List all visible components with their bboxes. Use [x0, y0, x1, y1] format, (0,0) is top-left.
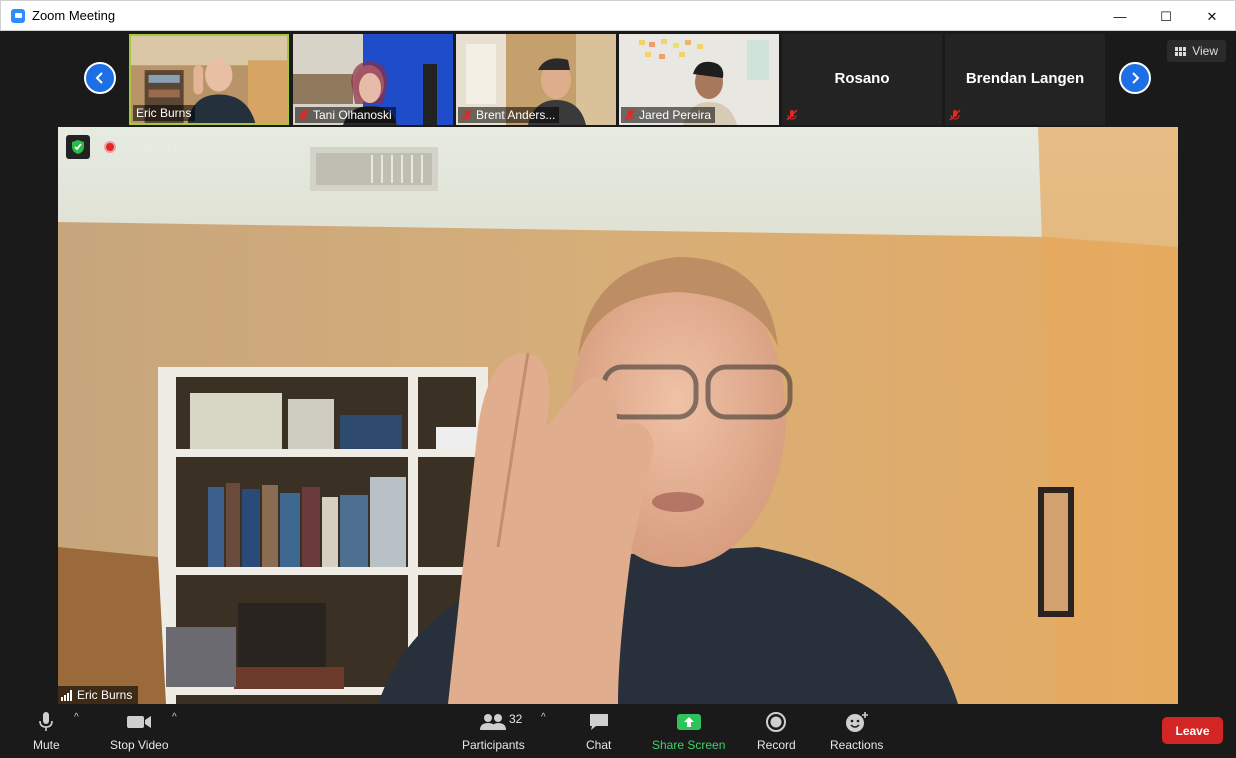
- gallery-grid-icon: [1175, 46, 1187, 56]
- participants-label: Participants: [462, 738, 525, 752]
- participant-name-tag: Tani Olhanoski: [295, 107, 396, 123]
- microphone-icon: [38, 710, 54, 734]
- window-controls: — ☐ ✕: [1097, 1, 1235, 32]
- record-icon: [765, 710, 787, 734]
- mute-label: Mute: [33, 738, 60, 752]
- video-camera-icon: [126, 710, 152, 734]
- active-speaker-video: Recording... Eric Burns: [58, 127, 1178, 704]
- window-title: Zoom Meeting: [32, 8, 116, 23]
- chat-button[interactable]: Chat: [586, 710, 611, 752]
- security-shield-icon[interactable]: [66, 135, 90, 159]
- participant-name: Jared Pereira: [639, 108, 712, 122]
- mute-button[interactable]: Mute: [33, 710, 60, 752]
- participant-name-tag: Brent Anders...: [458, 107, 560, 123]
- mic-muted-icon: [949, 109, 961, 121]
- close-button[interactable]: ✕: [1189, 1, 1235, 32]
- share-screen-button[interactable]: Share Screen: [652, 710, 725, 752]
- recording-label: Recording...: [122, 140, 187, 154]
- chevron-right-icon: [1132, 72, 1140, 84]
- reactions-label: Reactions: [830, 738, 884, 752]
- maximize-icon: ☐: [1160, 8, 1172, 24]
- participants-icon: [480, 710, 507, 734]
- minimize-button[interactable]: —: [1097, 1, 1143, 32]
- previous-page-button[interactable]: [84, 62, 116, 94]
- chat-bubble-icon: [588, 710, 610, 734]
- stop-video-button[interactable]: Stop Video: [110, 710, 169, 752]
- leave-meeting-button[interactable]: Leave: [1162, 717, 1223, 744]
- participants-count: 32: [509, 712, 523, 726]
- record-label: Record: [757, 738, 796, 752]
- next-page-button[interactable]: [1119, 62, 1151, 94]
- speaker-name: Eric Burns: [77, 688, 133, 702]
- connection-signal-icon: [61, 689, 72, 701]
- thumbnail-eric-burns[interactable]: Eric Burns: [129, 34, 289, 125]
- recording-indicator: Recording...: [104, 140, 187, 154]
- participants-options-caret-icon[interactable]: ^: [541, 712, 546, 723]
- participant-strip: Eric Burns Tani Olhanoski Brent Anders..…: [0, 31, 1236, 127]
- smiley-plus-icon: [845, 710, 869, 734]
- participant-name: Brent Anders...: [476, 108, 556, 122]
- audio-options-caret-icon[interactable]: ^: [74, 712, 79, 723]
- thumbnail-jared-pereira[interactable]: Jared Pereira: [619, 34, 779, 125]
- participant-name: Rosano: [834, 70, 890, 87]
- stop-video-label: Stop Video: [110, 738, 169, 752]
- thumbnail-brendan-langen[interactable]: Brendan Langen: [945, 34, 1105, 125]
- reactions-button[interactable]: Reactions: [830, 710, 883, 752]
- meeting-toolbar: Mute ^ Stop Video ^ Participants 32 ^ Ch…: [0, 704, 1236, 758]
- zoom-app-icon: [11, 8, 25, 23]
- maximize-button[interactable]: ☐: [1143, 1, 1189, 32]
- close-icon: ✕: [1206, 8, 1218, 24]
- view-button[interactable]: View: [1167, 40, 1226, 62]
- view-label: View: [1192, 44, 1218, 58]
- participant-name: Brendan Langen: [965, 70, 1085, 87]
- thumbnail-tani-olhanoski[interactable]: Tani Olhanoski: [293, 34, 453, 125]
- chat-label: Chat: [586, 738, 612, 752]
- mic-muted-icon: [461, 109, 473, 121]
- chevron-left-icon: [95, 72, 103, 84]
- record-button[interactable]: Record: [757, 710, 796, 752]
- recording-dot-icon: [104, 141, 116, 153]
- thumbnail-rosano[interactable]: Rosano: [782, 34, 942, 125]
- participant-name-tag: Eric Burns: [133, 105, 196, 121]
- speaker-name-tag: Eric Burns: [58, 686, 139, 704]
- share-screen-icon: [676, 710, 702, 734]
- minimize-icon: —: [1113, 9, 1127, 24]
- participant-name-tag: Jared Pereira: [621, 107, 716, 123]
- share-screen-label: Share Screen: [652, 738, 726, 752]
- participant-name: Eric Burns: [136, 106, 192, 120]
- mic-muted-icon: [786, 109, 798, 121]
- mic-muted-icon: [298, 109, 310, 121]
- speaker-video-frame: [58, 127, 1178, 704]
- title-bar: Zoom Meeting — ☐ ✕: [0, 0, 1236, 31]
- participant-name: Tani Olhanoski: [313, 108, 392, 122]
- video-options-caret-icon[interactable]: ^: [172, 712, 177, 723]
- mic-muted-icon: [624, 109, 636, 121]
- thumbnail-brent-anders[interactable]: Brent Anders...: [456, 34, 616, 125]
